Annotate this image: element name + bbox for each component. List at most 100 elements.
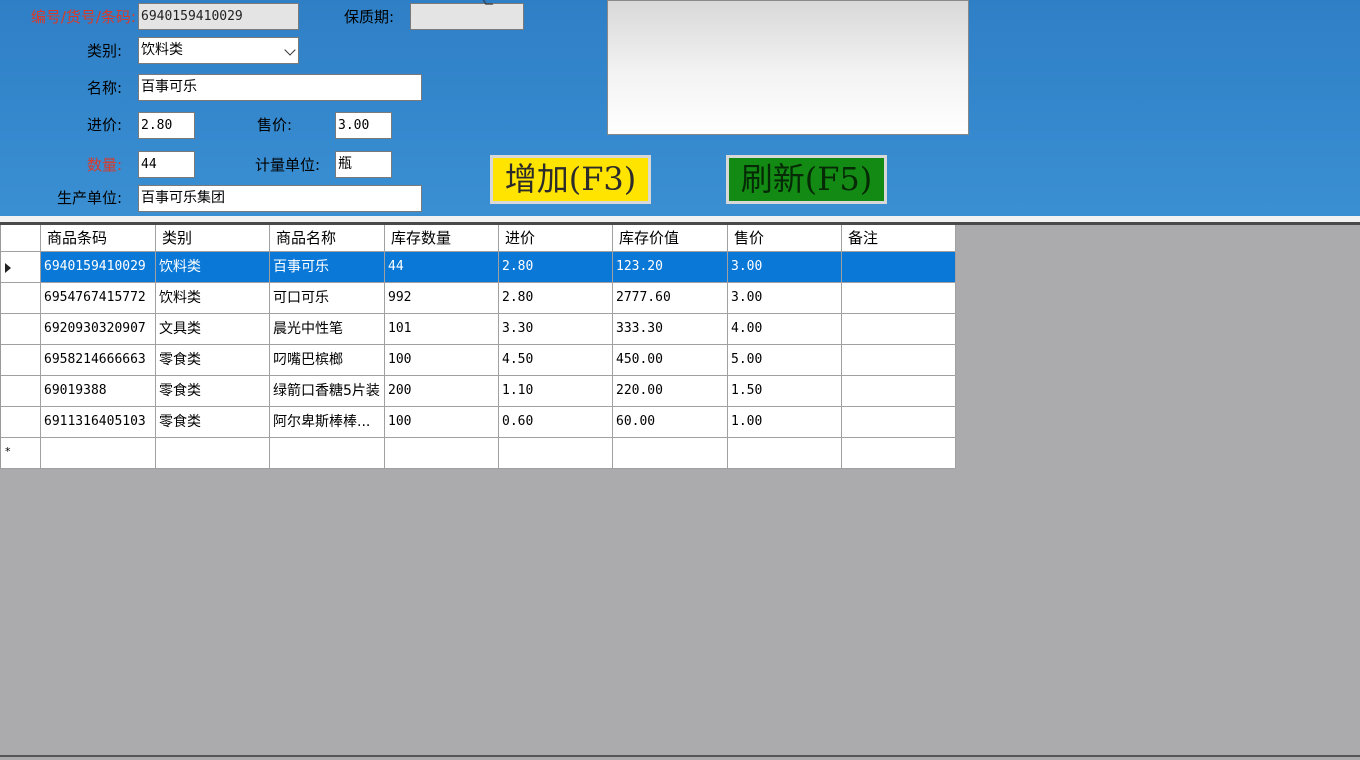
cell-name[interactable]: 晨光中性笔 [270, 314, 385, 344]
cell-stock-qty[interactable]: 101 [385, 314, 499, 344]
cell-cost[interactable]: 2.80 [499, 252, 613, 282]
category-select[interactable]: 饮料类 [138, 37, 299, 64]
column-header-price[interactable]: 售价 [728, 225, 842, 251]
cell-remark[interactable] [842, 252, 956, 282]
new-row-cell[interactable] [41, 438, 156, 468]
cell-stock-value[interactable]: 2777.60 [613, 283, 728, 313]
cell-name[interactable]: 阿尔卑斯棒棒... [270, 407, 385, 437]
cell-category[interactable]: 零食类 [156, 407, 270, 437]
product-form-panel: 编号/货号/条码: 6940159410029 保质期: 类别: 饮料类 名称:… [0, 0, 1360, 216]
row-header[interactable] [1, 407, 41, 437]
name-input[interactable]: 百事可乐 [138, 74, 422, 101]
column-header-remark[interactable]: 备注 [842, 225, 956, 251]
shelf-life-input[interactable] [410, 3, 524, 30]
table-row[interactable]: 6940159410029 饮料类 百事可乐 44 2.80 123.20 3.00 [1, 252, 956, 283]
cell-price[interactable]: 3.00 [728, 283, 842, 313]
new-row-cell[interactable] [385, 438, 499, 468]
cell-stock-value[interactable]: 220.00 [613, 376, 728, 406]
cell-cost[interactable]: 0.60 [499, 407, 613, 437]
inventory-grid[interactable]: 商品条码 类别 商品名称 库存数量 进价 库存价值 售价 备注 69401594… [0, 225, 956, 469]
cell-barcode[interactable]: 6920930320907 [41, 314, 156, 344]
column-header-name[interactable]: 商品名称 [270, 225, 385, 251]
cell-price[interactable]: 3.00 [728, 252, 842, 282]
grid-header-row: 商品条码 类别 商品名称 库存数量 进价 库存价值 售价 备注 [1, 225, 956, 252]
column-header-stock-value[interactable]: 库存价值 [613, 225, 728, 251]
cell-remark[interactable] [842, 345, 956, 375]
cell-category[interactable]: 零食类 [156, 345, 270, 375]
column-header-stock-qty[interactable]: 库存数量 [385, 225, 499, 251]
new-row-cell[interactable] [728, 438, 842, 468]
cell-remark[interactable] [842, 407, 956, 437]
grid-corner-cell[interactable] [1, 225, 41, 251]
cell-price[interactable]: 1.00 [728, 407, 842, 437]
table-row[interactable]: 6920930320907 文具类 晨光中性笔 101 3.30 333.30 4.00 [1, 314, 956, 345]
cell-cost[interactable]: 4.50 [499, 345, 613, 375]
cell-category[interactable]: 零食类 [156, 376, 270, 406]
table-row[interactable]: 6958214666663 零食类 叼嘴巴槟榔 100 4.50 450.00 5.00 [1, 345, 956, 376]
cell-price[interactable]: 1.50 [728, 376, 842, 406]
cell-remark[interactable] [842, 376, 956, 406]
cell-remark[interactable] [842, 283, 956, 313]
unit-input[interactable]: 瓶 [335, 151, 392, 178]
cell-barcode[interactable]: 6940159410029 [41, 252, 156, 282]
cell-name[interactable]: 百事可乐 [270, 252, 385, 282]
name-label: 名称: [86, 79, 122, 97]
grid-new-row[interactable]: * [1, 438, 956, 469]
row-header[interactable] [1, 376, 41, 406]
cell-name[interactable]: 可口可乐 [270, 283, 385, 313]
column-header-cost[interactable]: 进价 [499, 225, 613, 251]
new-row-cell[interactable] [499, 438, 613, 468]
new-row-cell[interactable] [842, 438, 956, 468]
cell-barcode[interactable]: 6958214666663 [41, 345, 156, 375]
cell-price[interactable]: 5.00 [728, 345, 842, 375]
cell-stock-value[interactable]: 60.00 [613, 407, 728, 437]
grid-body: 6940159410029 饮料类 百事可乐 44 2.80 123.20 3.00 6954… [1, 252, 956, 438]
new-row-header[interactable]: * [1, 438, 41, 468]
cell-cost[interactable]: 3.30 [499, 314, 613, 344]
cell-stock-qty[interactable]: 100 [385, 407, 499, 437]
table-row[interactable]: 6911316405103 零食类 阿尔卑斯棒棒... 100 0.60 60.00 1.0… [1, 407, 956, 438]
quantity-input[interactable]: 44 [138, 151, 195, 178]
cell-category[interactable]: 饮料类 [156, 252, 270, 282]
cell-name[interactable]: 绿箭口香糖5片装 [270, 376, 385, 406]
add-button[interactable]: 增加(F3) [490, 155, 651, 204]
new-row-cell[interactable] [270, 438, 385, 468]
cell-price[interactable]: 4.00 [728, 314, 842, 344]
cell-name[interactable]: 叼嘴巴槟榔 [270, 345, 385, 375]
cost-label: 进价: [86, 116, 122, 134]
cell-category[interactable]: 饮料类 [156, 283, 270, 313]
cost-input[interactable]: 2.80 [138, 112, 195, 139]
cell-stock-qty[interactable]: 44 [385, 252, 499, 282]
cell-stock-qty[interactable]: 100 [385, 345, 499, 375]
cell-stock-qty[interactable]: 992 [385, 283, 499, 313]
row-header[interactable] [1, 283, 41, 313]
column-header-category[interactable]: 类别 [156, 225, 270, 251]
cell-stock-value[interactable]: 450.00 [613, 345, 728, 375]
cell-stock-value[interactable]: 123.20 [613, 252, 728, 282]
cell-barcode[interactable]: 69019388 [41, 376, 156, 406]
cell-stock-value[interactable]: 333.30 [613, 314, 728, 344]
price-input[interactable]: 3.00 [335, 112, 392, 139]
cell-barcode[interactable]: 6954767415772 [41, 283, 156, 313]
column-header-barcode[interactable]: 商品条码 [41, 225, 156, 251]
new-row-cell[interactable] [613, 438, 728, 468]
row-header[interactable] [1, 345, 41, 375]
quantity-label: 数量: [86, 156, 122, 174]
maker-input[interactable]: 百事可乐集团 [138, 185, 422, 212]
cell-stock-qty[interactable]: 200 [385, 376, 499, 406]
barcode-input[interactable]: 6940159410029 [138, 3, 299, 30]
row-header[interactable] [1, 314, 41, 344]
new-row-cell[interactable] [156, 438, 270, 468]
mouse-cursor-icon [482, 0, 494, 5]
cell-barcode[interactable]: 6911316405103 [41, 407, 156, 437]
cell-category[interactable]: 文具类 [156, 314, 270, 344]
table-row[interactable]: 69019388 零食类 绿箭口香糖5片装 200 1.10 220.00 1.50 [1, 376, 956, 407]
refresh-button[interactable]: 刷新(F5) [726, 155, 887, 204]
chevron-down-icon[interactable] [284, 44, 296, 56]
row-header[interactable] [1, 252, 41, 282]
cell-cost[interactable]: 2.80 [499, 283, 613, 313]
cell-remark[interactable] [842, 314, 956, 344]
table-row[interactable]: 6954767415772 饮料类 可口可乐 992 2.80 2777.60 3.00 [1, 283, 956, 314]
category-select-value: 饮料类 [141, 42, 183, 58]
cell-cost[interactable]: 1.10 [499, 376, 613, 406]
